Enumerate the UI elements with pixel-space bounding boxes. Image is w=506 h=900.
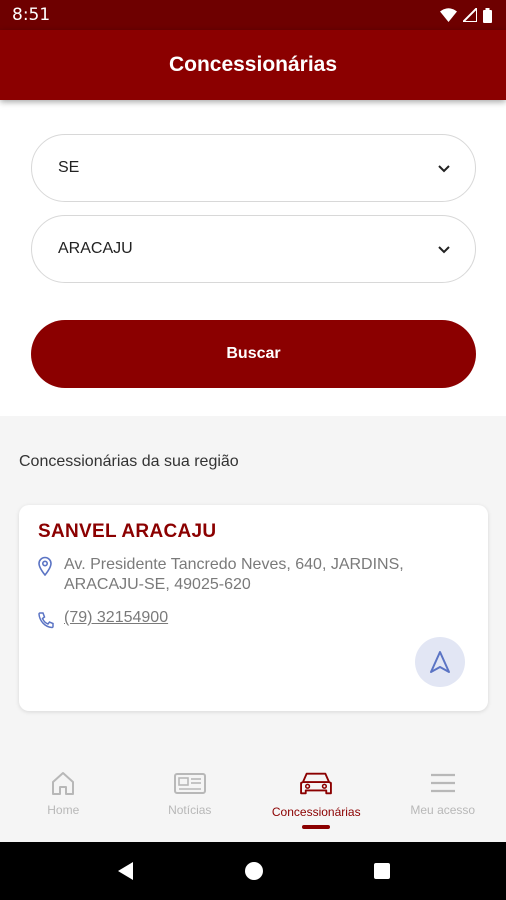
city-select-value: ARACAJU	[58, 240, 133, 257]
dealer-name: SANVEL ARACAJU	[38, 521, 217, 542]
navigation-arrow-icon	[430, 651, 450, 673]
location-pin-icon	[38, 556, 52, 576]
page-title: Concessionárias	[168, 53, 338, 76]
bottom-nav: Home Notícias Concessionárias Meu acesso	[0, 752, 506, 842]
results-section: Concessionárias da sua região SANVEL ARA…	[0, 416, 506, 752]
dealer-card[interactable]: SANVEL ARACAJU Av. Presidente Tancredo N…	[19, 505, 488, 711]
chevron-down-icon	[438, 165, 450, 173]
system-nav-bar	[0, 842, 506, 900]
nav-item-noticias[interactable]: Notícias	[127, 752, 254, 842]
status-icons	[440, 7, 492, 23]
nav-label-home: Home	[47, 803, 80, 817]
dealer-phone-row: (79) 32154900	[36, 609, 168, 630]
home-circle-icon[interactable]	[244, 861, 264, 881]
signal-icon	[463, 8, 477, 22]
city-select[interactable]: ARACAJU	[31, 215, 476, 283]
app-bar: Concessionárias	[0, 30, 506, 100]
back-icon[interactable]	[115, 860, 135, 882]
state-select[interactable]: SE	[31, 134, 476, 202]
nav-label-meu-acesso: Meu acesso	[410, 803, 476, 817]
recents-icon[interactable]	[373, 862, 391, 880]
nav-label-concessionarias: Concessionárias	[271, 805, 361, 819]
search-button[interactable]: Buscar	[31, 320, 476, 388]
home-icon	[52, 772, 75, 795]
state-select-value: SE	[58, 159, 80, 176]
directions-button[interactable]	[415, 637, 465, 687]
search-form: SE ARACAJU Buscar	[0, 100, 506, 416]
dealer-address-row: Av. Presidente Tancredo Neves, 640, JARD…	[36, 555, 444, 595]
nav-item-concessionarias[interactable]: Concessionárias	[253, 752, 380, 842]
dealer-phone-link[interactable]: (79) 32154900	[64, 609, 168, 627]
status-bar: 8:51	[0, 0, 506, 30]
search-button-label: Buscar	[226, 345, 281, 362]
nav-label-noticias: Notícias	[168, 803, 212, 817]
wifi-icon	[440, 8, 457, 22]
chevron-down-icon	[438, 246, 450, 254]
dealer-address: Av. Presidente Tancredo Neves, 640, JARD…	[64, 556, 404, 593]
status-time: 8:51	[12, 5, 51, 25]
phone-icon	[38, 612, 54, 629]
menu-icon	[430, 773, 455, 793]
active-tab-indicator	[302, 825, 331, 829]
nav-item-meu-acesso[interactable]: Meu acesso	[380, 752, 506, 842]
newspaper-icon	[173, 773, 206, 794]
nav-item-home[interactable]: Home	[0, 752, 127, 842]
battery-icon	[483, 7, 492, 23]
section-title: Concessionárias da sua região	[19, 453, 239, 470]
car-icon	[300, 772, 333, 795]
